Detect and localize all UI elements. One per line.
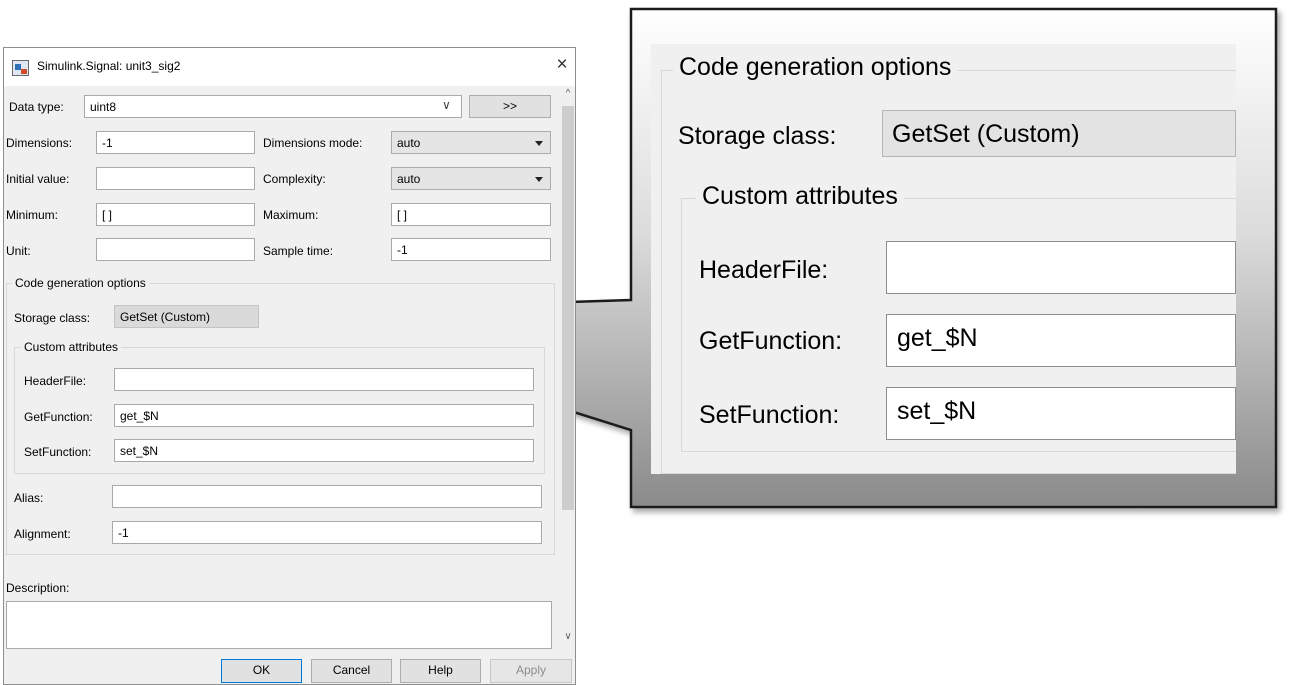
zoom-code-generation-title: Code generation options: [673, 53, 958, 82]
zoom-storage-class-label: Storage class:: [678, 122, 837, 150]
complexity-value: auto: [397, 172, 421, 186]
dropdown-arrow-icon: [535, 141, 543, 146]
header-file-field[interactable]: [114, 368, 534, 391]
get-function-label: GetFunction:: [24, 410, 93, 424]
cancel-button[interactable]: Cancel: [311, 659, 392, 683]
dimensions-field[interactable]: -1: [96, 131, 255, 154]
zoom-panel: Code generation options Storage class: G…: [651, 44, 1236, 474]
scrollbar-thumb[interactable]: [562, 106, 574, 510]
zoom-header-file-field[interactable]: [886, 241, 1236, 294]
simulink-app-icon: [12, 60, 29, 76]
set-function-label: SetFunction:: [24, 445, 92, 459]
zoom-get-function-label: GetFunction:: [699, 327, 843, 355]
unit-field[interactable]: [96, 238, 255, 261]
storage-class-label: Storage class:: [14, 311, 91, 325]
data-type-label: Data type:: [9, 100, 64, 114]
storage-class-dropdown[interactable]: GetSet (Custom): [114, 305, 259, 328]
apply-button[interactable]: Apply: [490, 659, 572, 683]
set-function-field[interactable]: set_$N: [114, 439, 534, 462]
initial-value-label: Initial value:: [6, 172, 70, 186]
alignment-label: Alignment:: [14, 527, 71, 541]
help-button[interactable]: Help: [400, 659, 481, 683]
dimensions-mode-value: auto: [397, 136, 421, 150]
header-file-label: HeaderFile:: [24, 374, 87, 388]
alignment-field[interactable]: -1: [112, 521, 542, 544]
sample-time-label: Sample time:: [263, 244, 334, 258]
zoom-storage-class-dropdown[interactable]: GetSet (Custom): [882, 110, 1236, 157]
sample-time-field[interactable]: -1: [391, 238, 551, 261]
zoom-get-function-field[interactable]: get_$N: [886, 314, 1236, 367]
alias-field[interactable]: [112, 485, 542, 508]
data-type-field[interactable]: uint8: [84, 95, 462, 118]
dimensions-mode-label: Dimensions mode:: [263, 136, 363, 150]
ok-button[interactable]: OK: [221, 659, 302, 683]
scroll-up-icon[interactable]: ^: [560, 88, 575, 102]
complexity-dropdown[interactable]: auto: [391, 167, 551, 190]
dimensions-label: Dimensions:: [6, 136, 73, 150]
chevron-down-icon[interactable]: ∨: [442, 98, 451, 112]
zoom-set-function-label: SetFunction:: [699, 401, 840, 429]
scroll-down-icon[interactable]: ∨: [560, 631, 575, 645]
minimum-field[interactable]: [ ]: [96, 203, 255, 226]
description-textarea[interactable]: [6, 601, 552, 649]
maximum-label: Maximum:: [263, 208, 319, 222]
unit-label: Unit:: [6, 244, 31, 258]
get-function-field[interactable]: get_$N: [114, 404, 534, 427]
code-generation-title: Code generation options: [12, 276, 149, 290]
zoom-custom-attributes-title: Custom attributes: [696, 182, 904, 211]
data-type-assistant-button[interactable]: >>: [469, 95, 551, 118]
window-title: Simulink.Signal: unit3_sig2: [37, 59, 181, 73]
zoom-header-file-label: HeaderFile:: [699, 256, 829, 284]
custom-attributes-title: Custom attributes: [21, 340, 122, 354]
zoom-set-function-field[interactable]: set_$N: [886, 387, 1236, 440]
maximum-field[interactable]: [ ]: [391, 203, 551, 226]
initial-value-field[interactable]: [96, 167, 255, 190]
description-label: Description:: [6, 581, 70, 595]
close-icon[interactable]: ×: [551, 54, 573, 76]
complexity-label: Complexity:: [263, 172, 326, 186]
signal-properties-dialog: Simulink.Signal: unit3_sig2 × Data type:…: [3, 47, 576, 685]
minimum-label: Minimum:: [6, 208, 59, 222]
alias-label: Alias:: [14, 491, 44, 505]
dropdown-arrow-icon: [535, 177, 543, 182]
dimensions-mode-dropdown[interactable]: auto: [391, 131, 551, 154]
